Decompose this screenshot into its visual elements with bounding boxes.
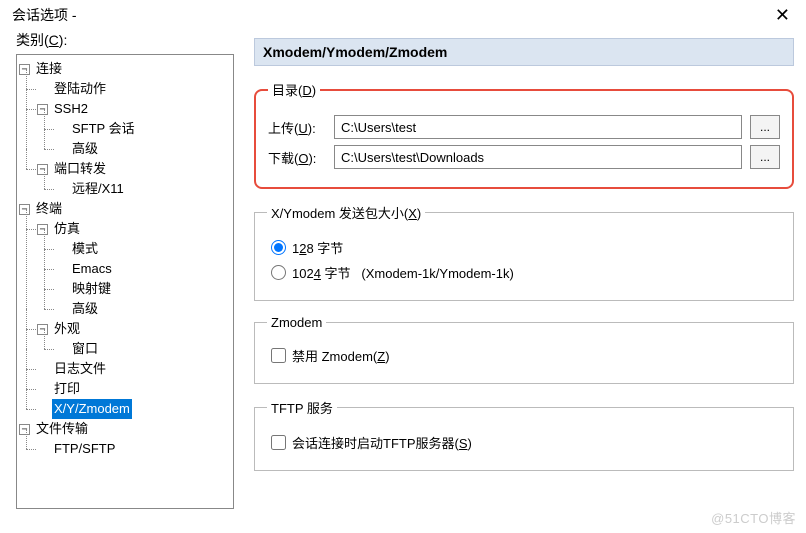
tree-item-print[interactable]: 打印: [52, 379, 82, 399]
tree-item-emulation[interactable]: 仿真: [52, 219, 82, 239]
zmodem-legend: Zmodem: [267, 315, 326, 330]
expander-icon[interactable]: −: [37, 104, 48, 115]
tree-item-filetransfer[interactable]: 文件传输: [34, 419, 90, 439]
tree-item-connection[interactable]: 连接: [34, 59, 64, 79]
tree-item-ssh2[interactable]: SSH2: [52, 99, 90, 119]
panel-heading: Xmodem/Ymodem/Zmodem: [254, 38, 794, 66]
expander-icon[interactable]: −: [37, 164, 48, 175]
directory-legend: 目录(D): [268, 80, 320, 99]
tree-item-advanced[interactable]: 高级: [70, 139, 100, 159]
directory-group: 目录(D) 上传(U): ... 下载(O): ...: [254, 80, 794, 189]
zmodem-group: Zmodem 禁用 Zmodem(Z): [254, 315, 794, 384]
tftp-start-option[interactable]: 会话连接时启动TFTP服务器(S): [271, 433, 781, 452]
tree-item-keymap[interactable]: 映射键: [70, 279, 113, 299]
tree-item-logfile[interactable]: 日志文件: [52, 359, 108, 379]
category-tree[interactable]: −连接 登陆动作 −SSH2 SFTP 会话 高级 −端口转发: [16, 54, 234, 509]
tree-item-portfwd[interactable]: 端口转发: [52, 159, 108, 179]
packet-1024-radio[interactable]: [271, 265, 286, 280]
tree-item-remotex11[interactable]: 远程/X11: [70, 179, 126, 199]
packet-128-option[interactable]: 128 字节: [271, 238, 781, 257]
upload-browse-button[interactable]: ...: [750, 115, 780, 139]
tree-item-mode[interactable]: 模式: [70, 239, 100, 259]
expander-icon[interactable]: −: [37, 224, 48, 235]
tftp-legend: TFTP 服务: [267, 398, 337, 417]
category-label: 类别(C):: [16, 30, 234, 50]
tftp-group: TFTP 服务 会话连接时启动TFTP服务器(S): [254, 398, 794, 471]
download-label: 下载(O):: [268, 148, 326, 167]
download-path-input[interactable]: [334, 145, 742, 169]
download-browse-button[interactable]: ...: [750, 145, 780, 169]
tree-item-emacs[interactable]: Emacs: [70, 259, 114, 279]
packet-1024-option[interactable]: 1024 字节 (Xmodem-1k/Ymodem-1k): [271, 263, 781, 282]
tree-item-xyzmodem[interactable]: X/Y/Zmodem: [52, 399, 132, 419]
packet-size-legend: X/Ymodem 发送包大小(X): [267, 203, 425, 222]
title-bar: 会话选项 - ✕: [0, 0, 806, 30]
close-icon[interactable]: ✕: [769, 4, 796, 26]
tree-item-appearance[interactable]: 外观: [52, 319, 82, 339]
watermark: @51CTO博客: [711, 508, 796, 527]
tree-item-advanced2[interactable]: 高级: [70, 299, 100, 319]
upload-label: 上传(U):: [268, 118, 326, 137]
packet-128-radio[interactable]: [271, 240, 286, 255]
tree-item-sftp[interactable]: SFTP 会话: [70, 119, 137, 139]
upload-path-input[interactable]: [334, 115, 742, 139]
expander-icon[interactable]: −: [19, 204, 30, 215]
tree-item-window[interactable]: 窗口: [70, 339, 100, 359]
tftp-start-checkbox[interactable]: [271, 435, 286, 450]
tree-item-login[interactable]: 登陆动作: [52, 79, 108, 99]
expander-icon[interactable]: −: [19, 424, 30, 435]
window-title: 会话选项 -: [12, 5, 77, 25]
tree-item-terminal[interactable]: 终端: [34, 199, 64, 219]
packet-size-group: X/Ymodem 发送包大小(X) 128 字节 1024 字节 (Xmodem…: [254, 203, 794, 301]
expander-icon[interactable]: −: [19, 64, 30, 75]
disable-zmodem-option[interactable]: 禁用 Zmodem(Z): [271, 346, 781, 365]
expander-icon[interactable]: −: [37, 324, 48, 335]
disable-zmodem-checkbox[interactable]: [271, 348, 286, 363]
tree-item-ftpsftp[interactable]: FTP/SFTP: [52, 439, 117, 459]
